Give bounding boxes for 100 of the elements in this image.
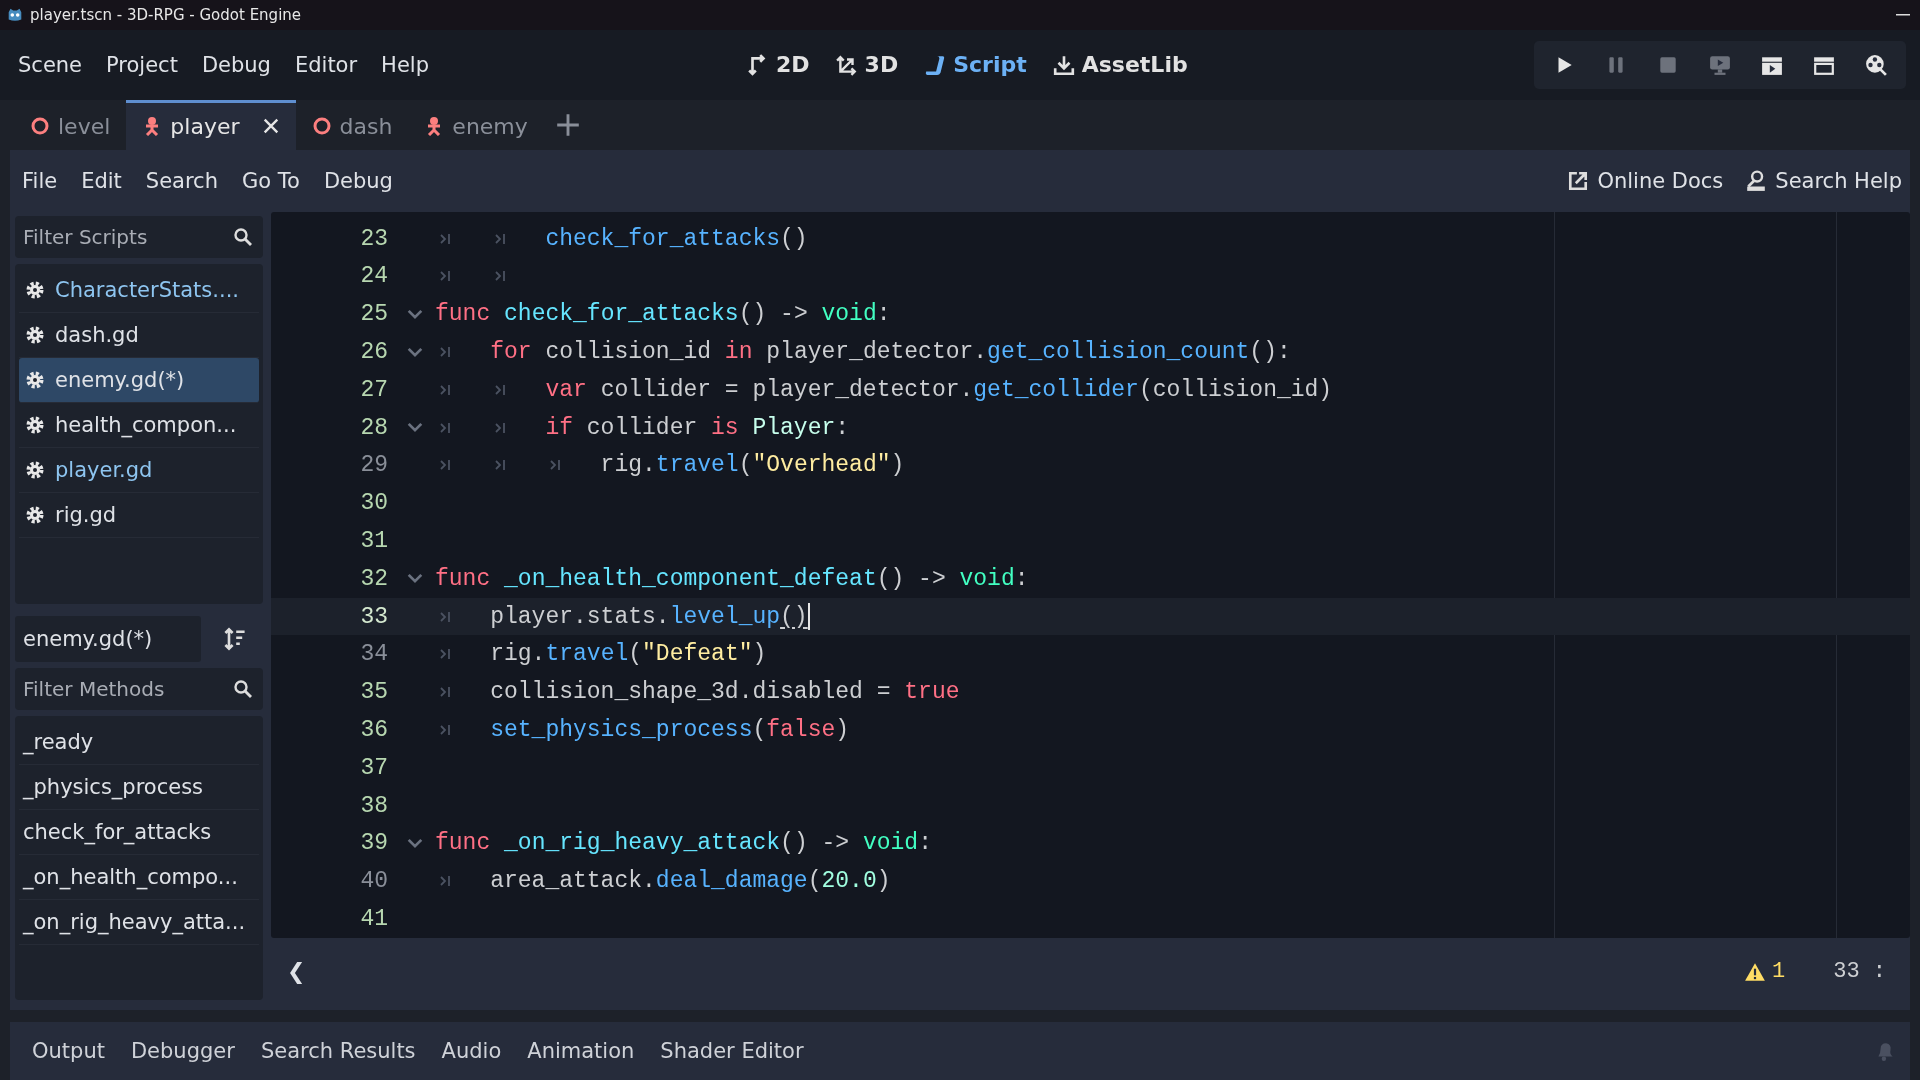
tab-marker-icon	[440, 421, 452, 434]
fold-chevron-icon[interactable]	[406, 422, 424, 434]
bottom-panel-tab[interactable]: Audio	[429, 1033, 514, 1070]
line-number: 40	[359, 868, 388, 895]
bottom-panel-tab[interactable]: Animation	[515, 1033, 647, 1070]
code-line: player.stats.level_up()	[490, 603, 808, 630]
code-line: rig.travel("Defeat")	[490, 641, 767, 668]
code-line: rig.travel("Overhead")	[600, 452, 905, 479]
code-line: func _on_health_component_defeat() -> void:	[435, 565, 1029, 592]
bottom-panel-tab[interactable]: Output	[20, 1033, 117, 1070]
menu-item[interactable]: Project	[96, 48, 188, 81]
line-number: 38	[359, 792, 388, 819]
text-caret	[807, 603, 810, 631]
line-number: 27	[359, 376, 388, 403]
bottom-panel-tab[interactable]: Search Results	[248, 1033, 428, 1070]
axes-icon	[835, 53, 858, 76]
window-title: player.tscn - 3D-RPG - Godot Engine	[30, 5, 302, 24]
tab-marker-icon	[440, 648, 452, 661]
workspace-tab[interactable]: 3D	[825, 46, 909, 84]
code-editor[interactable]	[271, 211, 1910, 938]
script-name: enemy.gd(*)	[55, 367, 185, 392]
script-item[interactable]: health_compon...	[19, 402, 259, 448]
script-name: health_compon...	[55, 412, 237, 437]
script-item[interactable]: CharacterStats....	[19, 267, 259, 313]
workspace-tab[interactable]: Script	[914, 46, 1037, 84]
current-script-label: enemy.gd(*)	[15, 615, 201, 662]
menu-item[interactable]: Edit	[71, 164, 132, 197]
method-item[interactable]: _on_rig_heavy_atta...	[19, 899, 259, 945]
method-item[interactable]: _on_health_compo...	[19, 854, 259, 900]
script-item[interactable]: enemy.gd(*)	[19, 357, 259, 403]
line-number: 28	[359, 414, 388, 441]
menu-item[interactable]: Scene	[8, 48, 93, 81]
add-icon[interactable]	[555, 112, 580, 137]
line-number: 33	[359, 603, 388, 630]
ring-icon	[311, 116, 332, 137]
scene-tab[interactable]: player	[126, 99, 296, 150]
bottom-panel-tab[interactable]: Shader Editor	[648, 1033, 816, 1070]
scene-tab[interactable]: dash	[295, 99, 409, 150]
tab-marker-icon	[550, 459, 563, 472]
menu-item[interactable]: File	[12, 164, 68, 197]
line-number: 23	[359, 225, 388, 252]
filter-scripts-field[interactable]: Filter Scripts	[15, 215, 263, 258]
tab-marker-icon	[495, 232, 508, 245]
tab-marker-icon	[440, 459, 452, 472]
tab-marker-icon	[495, 270, 508, 283]
help-button[interactable]: Online Docs	[1561, 164, 1730, 197]
script-item[interactable]: dash.gd	[19, 312, 259, 358]
sort-icon[interactable]	[223, 626, 247, 651]
tab-marker-icon	[495, 383, 508, 396]
menu-item[interactable]: Editor	[284, 48, 368, 81]
line-number: 24	[359, 263, 388, 290]
line-number: 37	[359, 754, 388, 781]
scene-tab[interactable]: level	[14, 99, 127, 150]
tab-marker-icon	[440, 232, 452, 245]
code-line: collision_shape_3d.disabled = true	[490, 679, 960, 706]
line-number: 32	[359, 565, 388, 592]
line-number: 35	[359, 679, 388, 706]
tab-marker-icon	[440, 686, 452, 699]
line-number: 36	[359, 716, 388, 743]
workspace-tab[interactable]: 2D	[737, 46, 820, 84]
workspace-tab[interactable]: AssetLib	[1042, 46, 1198, 84]
method-item[interactable]: _physics_process	[19, 764, 259, 810]
script-name: player.gd	[55, 457, 153, 482]
warning-icon[interactable]	[1744, 961, 1766, 982]
tab-marker-icon	[440, 610, 452, 623]
gear-icon	[25, 414, 45, 435]
menu-item[interactable]: Help	[371, 48, 439, 81]
tab-marker-icon	[495, 421, 508, 434]
line-number: 29	[359, 452, 388, 479]
filter-methods-field[interactable]: Filter Methods	[15, 667, 263, 710]
menu-item[interactable]: Search	[135, 164, 228, 197]
menu-item[interactable]: Debug	[191, 48, 281, 81]
help-button[interactable]: Search Help	[1739, 164, 1908, 197]
bottom-panel-tab[interactable]: Debugger	[118, 1033, 247, 1070]
script-item[interactable]: player.gd	[19, 447, 259, 493]
collapse-toggle[interactable]: ❮	[287, 959, 306, 985]
script-name: CharacterStats....	[55, 277, 239, 302]
code-line: check_for_attacks()	[545, 225, 808, 252]
minimize-icon[interactable]	[1896, 13, 1910, 16]
code-line: set_physics_process(false)	[490, 716, 850, 743]
external-link-icon	[1567, 169, 1590, 192]
script-item[interactable]: rig.gd	[19, 492, 259, 538]
line-number: 30	[359, 490, 388, 517]
tab-marker-icon	[440, 875, 452, 888]
fold-chevron-icon[interactable]	[406, 346, 424, 358]
film-reel-icon	[1865, 53, 1887, 76]
menu-item[interactable]: Go To	[231, 164, 310, 197]
fold-chevron-icon[interactable]	[406, 573, 424, 585]
method-item[interactable]: _ready	[19, 719, 259, 765]
gear-icon	[25, 459, 45, 480]
fold-chevron-icon[interactable]	[406, 308, 424, 320]
tab-marker-icon	[440, 270, 452, 283]
code-line: for collision_id in player_detector.get_collision_count():	[490, 339, 1291, 365]
close-icon[interactable]	[261, 117, 280, 136]
line-number: 26	[359, 339, 388, 365]
scene-tab[interactable]: enemy	[408, 99, 544, 150]
warning-count[interactable]: 1	[1772, 959, 1786, 985]
menu-item[interactable]: Debug	[313, 164, 403, 197]
method-item[interactable]: check_for_attacks	[19, 809, 259, 855]
fold-chevron-icon[interactable]	[406, 837, 424, 849]
